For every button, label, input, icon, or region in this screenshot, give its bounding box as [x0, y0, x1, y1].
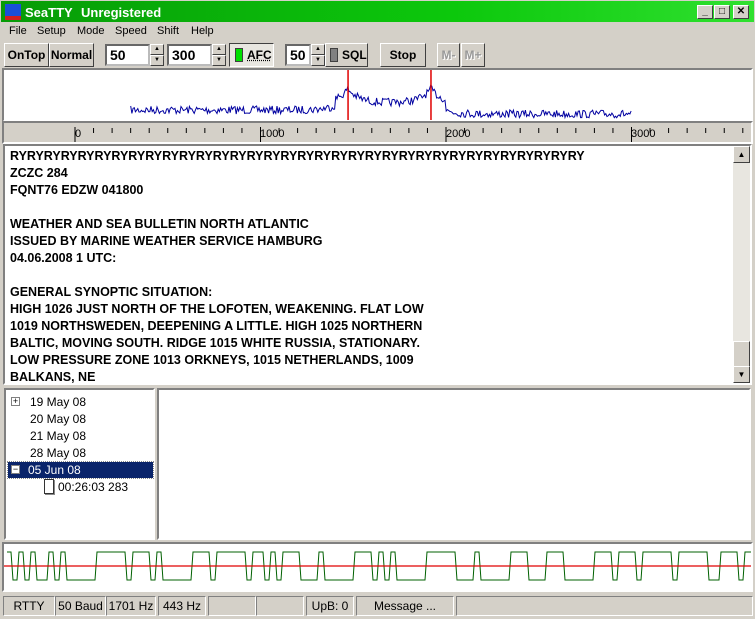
status-panel: Message ...: [356, 596, 454, 616]
afc-indicator: [235, 48, 243, 62]
scroll-up-icon[interactable]: ▲: [733, 146, 750, 163]
maximize-button[interactable]: □: [714, 5, 730, 19]
scroll-thumb[interactable]: [733, 341, 750, 368]
memory-minus-button[interactable]: M-: [437, 43, 460, 67]
registration-status: Unregistered: [81, 5, 162, 20]
text-line: FQNT76 EDZW 041800: [10, 183, 144, 197]
text-line: 1019 NORTHSWEDEN, DEEPENING A LITTLE. HI…: [10, 319, 423, 333]
text-line: 04.06.2008 1 UTC:: [10, 251, 117, 265]
spectrum-display[interactable]: [2, 68, 753, 122]
expander-icon[interactable]: −: [11, 465, 20, 474]
field2-input[interactable]: 300: [167, 44, 212, 66]
tree-item[interactable]: 28 May 08: [28, 445, 88, 461]
status-panel: RTTY: [3, 596, 55, 616]
down-arrow-icon[interactable]: ▼: [212, 55, 226, 66]
ruler-label: 1000: [260, 128, 285, 140]
text-line: WEATHER AND SEA BULLETIN NORTH ATLANTIC: [10, 217, 309, 231]
ruler-label: 2000: [446, 128, 471, 140]
text-line: ISSUED BY MARINE WEATHER SERVICE HAMBURG: [10, 234, 323, 248]
tree-item[interactable]: 19 May 08: [28, 394, 88, 410]
spectrum-trace: [130, 84, 632, 120]
text-line: BALTIC, MOVING SOUTH. RIDGE 1015 WHITE R…: [10, 336, 420, 350]
menu-file[interactable]: File: [9, 25, 27, 37]
text-line: HIGH 1026 JUST NORTH OF THE LOFOTEN, WEA…: [10, 302, 424, 316]
waveform-display: [2, 542, 755, 592]
tree-item[interactable]: 21 May 08: [28, 428, 88, 444]
ontop-button[interactable]: OnTop: [4, 43, 49, 67]
menu-mode[interactable]: Mode: [77, 25, 105, 37]
field2-spinner[interactable]: ▲ ▼: [212, 44, 226, 66]
text-line: [10, 267, 585, 284]
menu-setup[interactable]: Setup: [37, 25, 66, 37]
menu-bar: File Setup Mode Speed Shift Help: [0, 23, 755, 41]
status-panel: [456, 596, 753, 616]
up-arrow-icon[interactable]: ▲: [212, 44, 226, 55]
ruler-label: 0: [75, 128, 82, 140]
minimize-button[interactable]: _: [697, 5, 713, 19]
field1-input[interactable]: 50: [105, 44, 150, 66]
app-title: SeaTTY: [25, 5, 73, 20]
decoded-text-area[interactable]: RYRYRYRYRYRYRYRYRYRYRYRYRYRYRYRYRYRYRYRY…: [3, 144, 752, 385]
normal-button[interactable]: Normal: [49, 43, 94, 67]
log-viewer-pane[interactable]: [157, 388, 751, 540]
up-arrow-icon[interactable]: ▲: [150, 44, 164, 55]
sql-toggle[interactable]: SQL: [325, 43, 368, 67]
status-panel: [208, 596, 256, 616]
title-bar: SeaTTY Unregistered _ □ ✕: [0, 0, 755, 23]
afc-label: AFC: [247, 48, 272, 62]
memory-plus-button[interactable]: M+: [461, 43, 485, 67]
down-arrow-icon[interactable]: ▼: [150, 55, 164, 66]
text-line: RYRYRYRYRYRYRYRYRYRYRYRYRYRYRYRYRYRYRYRY…: [10, 149, 585, 163]
log-tree[interactable]: +19 May 08 20 May 08 21 May 08 28 May 08−05…: [4, 388, 155, 540]
frequency-ruler[interactable]: 0 1000 2000 3000: [2, 121, 753, 144]
up-arrow-icon[interactable]: ▲: [311, 44, 325, 55]
tree-item[interactable]: 05 Jun 08: [7, 461, 154, 479]
menu-shift[interactable]: Shift: [157, 25, 179, 37]
expander-icon[interactable]: +: [11, 397, 20, 406]
text-line: BALKANS, NE: [10, 370, 96, 384]
decoded-text: RYRYRYRYRYRYRYRYRYRYRYRYRYRYRYRYRYRYRYRY…: [10, 148, 585, 386]
close-button[interactable]: ✕: [733, 5, 749, 19]
text-line: ZCZC 284: [10, 166, 68, 180]
sql-label: SQL: [342, 48, 367, 62]
text-line: GENERAL SYNOPTIC SITUATION:: [10, 285, 213, 299]
down-arrow-icon[interactable]: ▼: [311, 55, 325, 66]
app-icon: [5, 4, 21, 20]
afc-toggle[interactable]: AFC: [229, 43, 274, 67]
ruler-label: 3000: [631, 128, 656, 140]
spectrum-plot: [130, 70, 632, 120]
status-panel: 443 Hz: [158, 596, 206, 616]
sql-indicator: [330, 48, 338, 62]
status-panel: [256, 596, 304, 616]
sql-spinner[interactable]: ▲ ▼: [311, 44, 325, 66]
status-panel: 50 Baud: [55, 596, 106, 616]
field1-spinner[interactable]: ▲ ▼: [150, 44, 164, 66]
vertical-scrollbar[interactable]: ▲ ▼: [733, 146, 750, 383]
scroll-down-icon[interactable]: ▼: [733, 366, 750, 383]
status-panel: UpB: 0: [306, 596, 354, 616]
menu-speed[interactable]: Speed: [115, 25, 147, 37]
sql-level-input[interactable]: 50: [285, 44, 311, 66]
tree-item[interactable]: 20 May 08: [28, 411, 88, 427]
status-panel: 1701 Hz: [106, 596, 156, 616]
document-icon: [44, 479, 54, 494]
waveform-plot: [4, 551, 755, 581]
text-line: [10, 199, 585, 216]
stop-button[interactable]: Stop: [380, 43, 426, 67]
menu-help[interactable]: Help: [191, 25, 214, 37]
text-line: LOW PRESSURE ZONE 1013 ORKNEYS, 1015 NET…: [10, 353, 414, 367]
tree-item[interactable]: 00:26:03 283: [56, 479, 130, 495]
